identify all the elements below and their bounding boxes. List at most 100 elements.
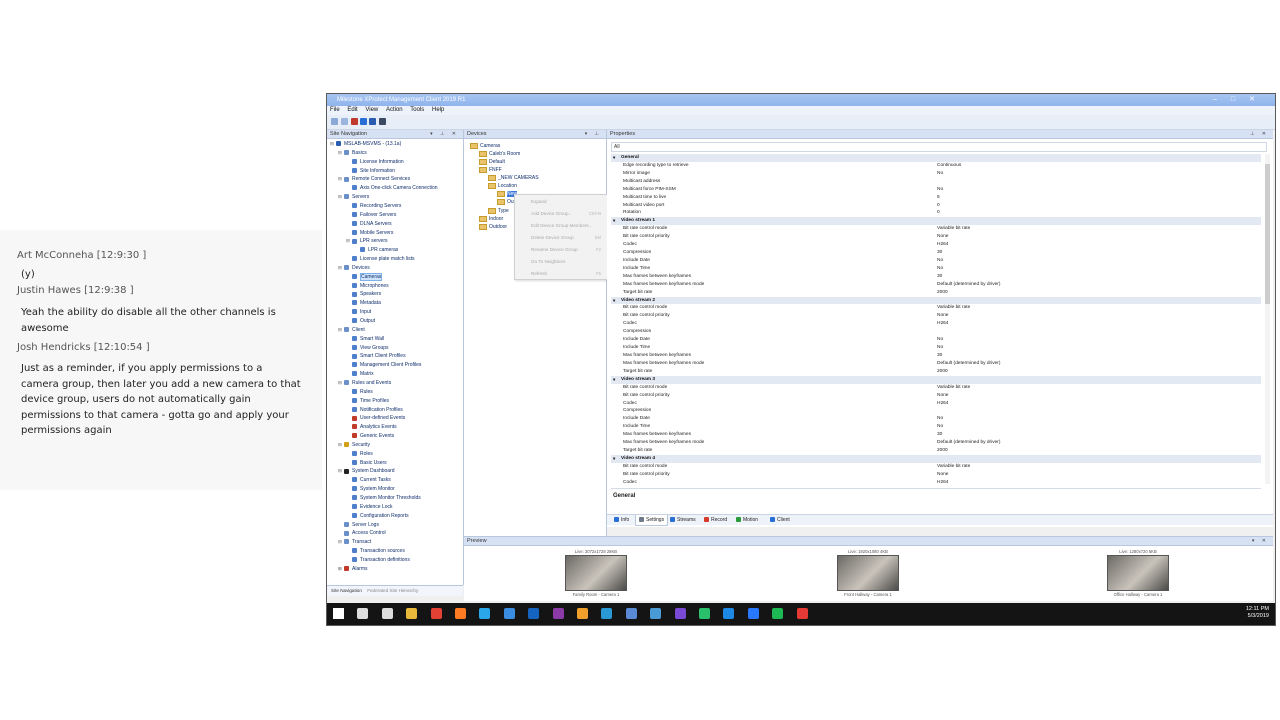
property-row[interactable]: Max frames between keyframes mode Default… [611, 281, 1261, 289]
outlook-icon[interactable] [528, 608, 540, 619]
firefox-icon[interactable] [455, 608, 466, 619]
property-row[interactable]: Codec H264 [611, 241, 1261, 249]
property-row[interactable]: Codec H264 [611, 320, 1261, 328]
context-menu-item[interactable]: Rename Device Group [531, 247, 578, 252]
menu-tools[interactable]: Tools [410, 107, 424, 113]
property-value[interactable]: Default (determined by driver) [937, 360, 1000, 368]
property-row[interactable]: Include Date No [611, 257, 1261, 265]
app-purple-icon[interactable] [674, 608, 686, 619]
tab-streams[interactable]: Streams [667, 515, 699, 525]
tab-federated-site-hierarchy[interactable]: Federated Site Hierarchy [367, 588, 418, 593]
property-row[interactable]: Include Date No [611, 336, 1261, 344]
collapse-icon[interactable]: ▾ [613, 376, 615, 384]
sidebar-item[interactable]: ⊟ LPR servers [346, 237, 388, 246]
properties-filter-select[interactable]: All [611, 142, 1267, 152]
property-value[interactable]: Continuous [937, 162, 961, 170]
camera-preview[interactable]: Live: 1280x720 5KB Office Hallway - Camer… [1078, 549, 1198, 597]
collapse-icon[interactable]: ▾ [613, 455, 615, 463]
context-menu-item[interactable]: Refresh [531, 271, 547, 276]
property-row[interactable]: Compression 30 [611, 249, 1261, 257]
sidebar-item[interactable]: System Monitor Thresholds [346, 494, 421, 503]
sidebar-item[interactable]: Roles [346, 450, 373, 459]
property-row[interactable]: Codec H264 [611, 400, 1261, 408]
spotify-icon[interactable] [772, 608, 784, 619]
sidebar-item[interactable]: User-defined Events [346, 414, 405, 423]
undo-icon[interactable] [351, 118, 358, 125]
lock-icon[interactable] [379, 118, 386, 125]
collapse-icon[interactable]: ▾ [613, 297, 615, 305]
search-icon[interactable] [357, 608, 369, 619]
device-group-item[interactable]: Type [488, 207, 509, 215]
edge-icon[interactable] [601, 608, 613, 619]
property-value[interactable]: No [937, 265, 943, 273]
back-icon[interactable] [341, 118, 348, 125]
property-value[interactable]: H264 [937, 241, 948, 249]
sidebar-item[interactable]: Microphones [346, 282, 389, 291]
sidebar-item[interactable]: Output [346, 317, 375, 326]
refresh-icon[interactable] [360, 118, 367, 125]
sidebar-item[interactable]: Generic Events [346, 432, 394, 441]
context-menu-item[interactable]: Delete Device Group [531, 235, 574, 240]
sidebar-item[interactable]: Matrix [346, 370, 374, 379]
property-value[interactable]: None [937, 471, 948, 479]
property-value[interactable]: No [937, 170, 943, 178]
app-orange-icon[interactable] [577, 608, 588, 619]
property-row[interactable]: Bit rate control priority None [611, 233, 1261, 241]
property-value[interactable]: 2000 [937, 289, 948, 297]
property-value[interactable]: No [937, 423, 943, 431]
property-row[interactable]: Max frames between keyframes mode Default… [611, 439, 1261, 447]
sidebar-item[interactable]: Server Logs [338, 521, 379, 530]
context-menu-item[interactable]: Add Device Group... [531, 211, 572, 216]
property-row[interactable]: Edge recording type to retrieve Continuou… [611, 162, 1261, 170]
property-value[interactable]: No [937, 415, 943, 423]
pane-close-icon[interactable]: ⊥ ✕ [1250, 130, 1269, 138]
sidebar-item[interactable]: Failover Servers [346, 211, 396, 220]
sidebar-item[interactable]: ⊟ MSLAB-MSVMS - (13.1a) [330, 140, 401, 149]
property-value[interactable]: Default (determined by driver) [937, 439, 1000, 447]
menu-action[interactable]: Action [386, 107, 403, 113]
property-value[interactable]: 0 [937, 202, 940, 210]
property-value[interactable]: Default (determined by driver) [937, 281, 1000, 289]
skype-icon[interactable] [479, 608, 491, 619]
sidebar-item[interactable]: ⊟ Client [338, 326, 365, 335]
property-value[interactable]: 30 [937, 249, 942, 257]
property-row[interactable]: Multicast time to live 5 [611, 194, 1261, 202]
property-value[interactable]: 30 [937, 352, 942, 360]
sidebar-item[interactable]: Metadata [346, 299, 381, 308]
sidebar-item[interactable]: ⊟ System Dashboard [338, 467, 395, 476]
property-value[interactable]: 2000 [937, 447, 948, 455]
device-group-item[interactable]: FNFF [479, 166, 502, 174]
close-icon[interactable]: ✕ [1249, 96, 1269, 103]
property-row[interactable]: Include Time No [611, 265, 1261, 273]
camera-thumbnail[interactable] [565, 555, 627, 591]
property-row[interactable]: ▾ Video stream 2 [611, 296, 1261, 305]
sidebar-item[interactable]: System Monitor [346, 485, 395, 494]
sidebar-item[interactable]: Mobile Servers [346, 229, 393, 238]
context-menu-item[interactable]: Go To Neighbors [531, 259, 565, 264]
property-row[interactable]: Multicast video port 0 [611, 202, 1261, 210]
property-row[interactable]: Bit rate control priority None [611, 471, 1261, 479]
pen-icon[interactable] [503, 608, 515, 619]
camera-preview[interactable]: Live: 3072x1728 28KB Family Room - Camera… [536, 549, 656, 597]
sidebar-item[interactable]: License Information [346, 158, 404, 167]
sidebar-item[interactable]: ⊞ Alarms [338, 565, 368, 574]
property-row[interactable]: Max frames between keyframes 30 [611, 273, 1261, 281]
property-value[interactable]: Variable bit rate [937, 384, 970, 392]
property-value[interactable]: 30 [937, 273, 942, 281]
vscode-icon[interactable] [723, 608, 735, 619]
device-group-item[interactable]: _NEW CAMERAS [488, 174, 539, 182]
sidebar-item[interactable]: Input [346, 308, 371, 317]
property-row[interactable]: Bit rate control mode Variable bit rate [611, 384, 1261, 392]
property-row[interactable]: ▾ Video stream 4 [611, 454, 1261, 463]
menu-file[interactable]: File [330, 107, 340, 113]
property-value[interactable]: Variable bit rate [937, 304, 970, 312]
property-row[interactable]: Target bit rate 2000 [611, 289, 1261, 297]
device-group-item[interactable]: Location [488, 182, 517, 190]
property-row[interactable]: Multicast address [611, 178, 1261, 186]
sidebar-item[interactable]: Access Control [338, 529, 386, 538]
property-value[interactable]: 30 [937, 431, 942, 439]
start-icon[interactable] [333, 608, 344, 619]
collapse-icon[interactable]: ▾ [613, 154, 615, 162]
property-value[interactable]: Variable bit rate [937, 463, 970, 471]
scrollbar-thumb[interactable] [1265, 164, 1270, 304]
